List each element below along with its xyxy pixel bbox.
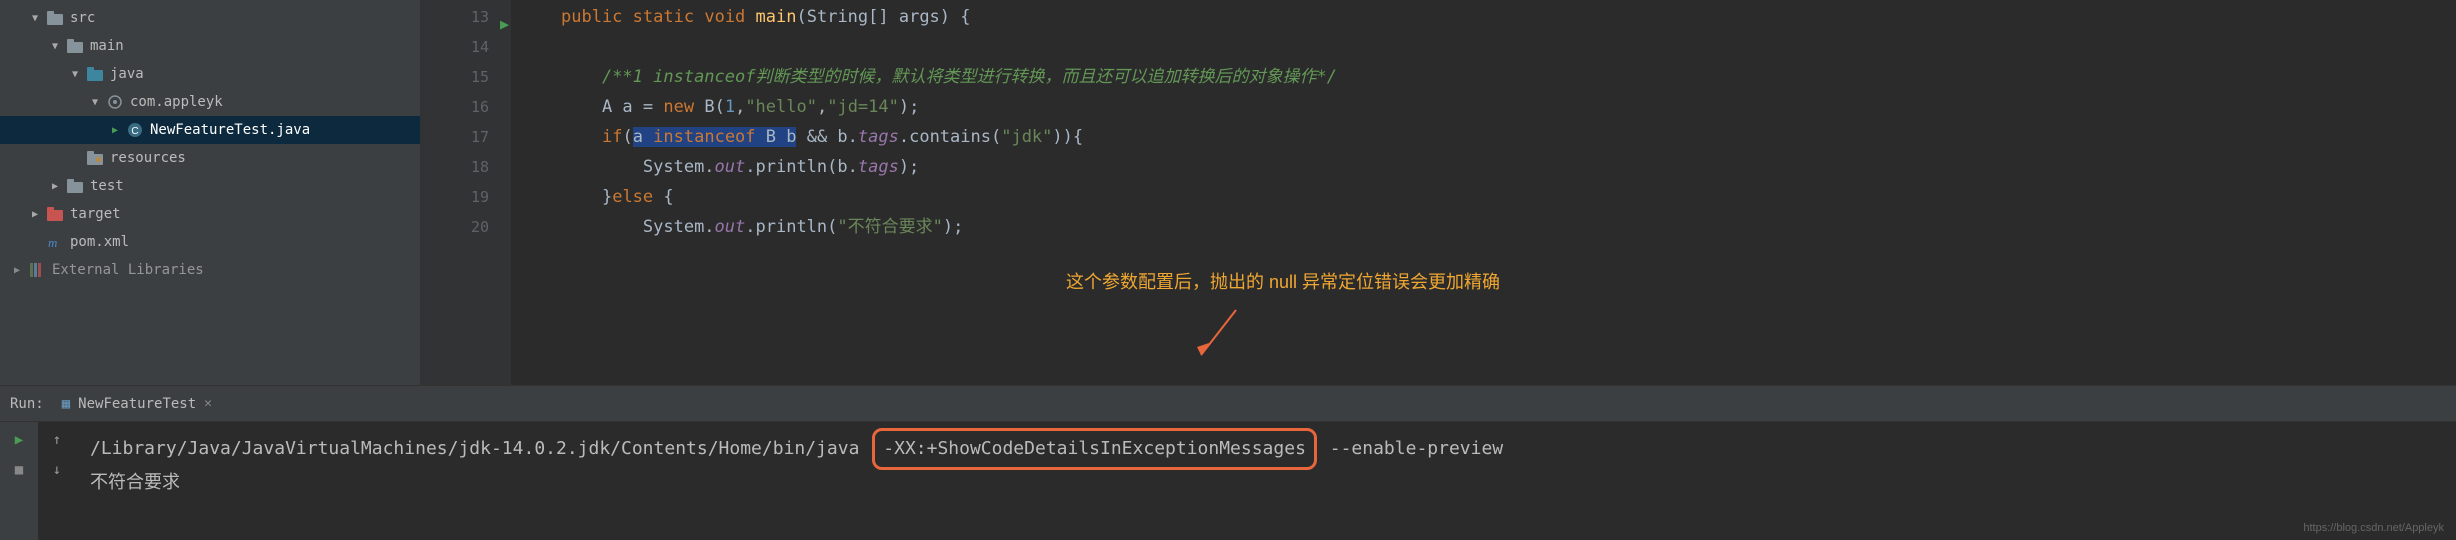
run-tool-window: Run: ▦ NewFeatureTest ✕ ▶ ■ ↑ ↓ /Library… [0,385,2456,540]
tree-label: com.appleyk [130,94,223,110]
run-nav: ↑ ↓ [38,422,76,540]
tree-label: External Libraries [52,262,204,278]
console-line: /Library/Java/JavaVirtualMachines/jdk-14… [90,438,1503,459]
svg-text:m: m [48,235,57,250]
line-number: 20 [471,218,489,236]
code-line [511,32,2456,62]
close-icon[interactable]: ✕ [204,396,212,411]
maven-icon: m [46,233,64,251]
code-editor[interactable]: 13 ▶ 14 15 16 17 18 19 20 public static v… [420,0,2456,385]
chevron-right-icon: ▶ [48,181,62,192]
tree-node-package[interactable]: ▼ com.appleyk [0,88,420,116]
code-line: public static void main(String[] args) { [511,2,2456,32]
code-line: if(a instanceof B b && b.tags.contains("… [511,122,2456,152]
application-icon: ▦ [62,396,70,412]
resources-folder-icon [86,149,104,167]
run-tab[interactable]: ▦ NewFeatureTest ✕ [62,396,212,412]
run-tab-label: NewFeatureTest [78,396,196,412]
run-toolbar: ▶ ■ [0,422,38,540]
console-output[interactable]: /Library/Java/JavaVirtualMachines/jdk-14… [76,422,2456,540]
annotation-arrow-icon [1191,305,1251,365]
highlighted-jvm-arg: -XX:+ShowCodeDetailsInExceptionMessages [872,428,1317,470]
tree-label: src [70,10,95,26]
tree-label: NewFeatureTest.java [150,122,310,138]
chevron-down-icon: ▼ [68,69,82,80]
tree-node-src[interactable]: ▼ src [0,4,420,32]
code-line: }else { [511,182,2456,212]
tree-label: main [90,38,124,54]
console-line: 不符合要求 [90,472,180,493]
tree-node-target[interactable]: ▶ target [0,200,420,228]
annotation-text: 这个参数配置后，抛出的 null 异常定位错误会更加精确 [1066,268,1500,294]
line-number: 16 [471,98,489,116]
tree-node-main[interactable]: ▼ main [0,32,420,60]
tree-node-resources[interactable]: resources [0,144,420,172]
line-number: 19 [471,188,489,206]
gutter-run-icon[interactable]: ▶ [500,9,509,39]
line-number: 18 [471,158,489,176]
excluded-folder-icon [46,205,64,223]
folder-icon [66,177,84,195]
code-area[interactable]: public static void main(String[] args) {… [511,0,2456,385]
svg-text:C: C [131,126,138,137]
library-icon [28,261,46,279]
line-number: 13 [471,8,489,26]
rerun-icon[interactable]: ▶ [15,432,23,448]
chevron-right-icon: ▶ [10,265,24,276]
watermark: https://blog.csdn.net/Appleyk [2303,522,2444,534]
tree-node-test[interactable]: ▶ test [0,172,420,200]
tree-label: test [90,178,124,194]
tree-label: target [70,206,121,222]
run-label: Run: [10,396,44,412]
code-line: System.out.println(b.tags); [511,152,2456,182]
arrow-up-icon[interactable]: ↑ [53,432,61,448]
source-folder-icon [86,65,104,83]
folder-icon [66,37,84,55]
java-class-icon: C [126,121,144,139]
tree-label: resources [110,150,186,166]
folder-icon [46,9,64,27]
stop-icon[interactable]: ■ [15,462,23,478]
chevron-down-icon: ▼ [28,13,42,24]
code-line: /**1 instanceof判断类型的时候，默认将类型进行转换，而且还可以追加… [511,62,2456,92]
tree-node-pom[interactable]: m pom.xml [0,228,420,256]
tree-node-external-libs[interactable]: ▶ External Libraries [0,256,420,284]
chevron-right-icon: ▶ [28,209,42,220]
code-line: A a = new B(1,"hello","jd=14"); [511,92,2456,122]
package-icon [106,93,124,111]
chevron-down-icon: ▼ [88,97,102,108]
code-line: System.out.println("不符合要求"); [511,212,2456,242]
tree-label: pom.xml [70,234,129,250]
line-number: 17 [471,128,489,146]
project-tree[interactable]: ▼ src ▼ main ▼ java ▼ com.appleyk [0,0,420,385]
tree-node-class-selected[interactable]: ▶ C NewFeatureTest.java [0,116,420,144]
run-tab-bar: Run: ▦ NewFeatureTest ✕ [0,386,2456,422]
arrow-down-icon[interactable]: ↓ [53,462,61,478]
line-number: 15 [471,68,489,86]
run-icon[interactable]: ▶ [108,125,122,136]
tree-label: java [110,66,144,82]
line-number: 14 [471,38,489,56]
chevron-down-icon: ▼ [48,41,62,52]
tree-node-java[interactable]: ▼ java [0,60,420,88]
editor-gutter[interactable]: 13 ▶ 14 15 16 17 18 19 20 [421,0,511,385]
